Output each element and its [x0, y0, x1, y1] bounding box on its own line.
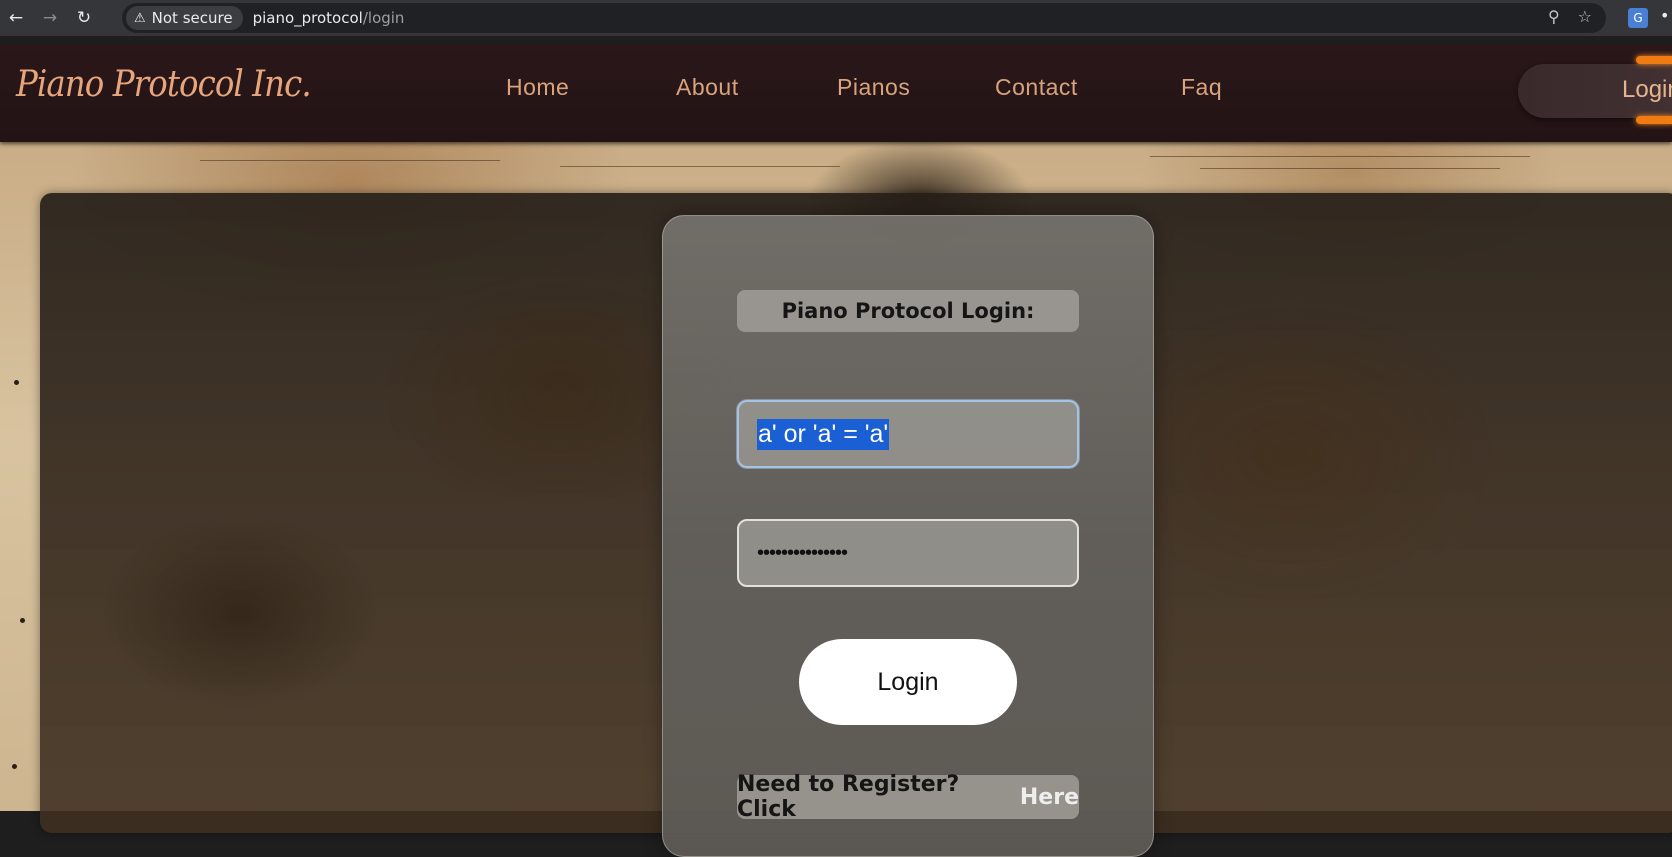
header-login-button[interactable]: Login [1518, 64, 1672, 118]
warning-icon: ⚠ [134, 10, 146, 26]
reload-icon[interactable]: ↻ [68, 2, 100, 34]
nav-about[interactable]: About [676, 74, 739, 101]
address-bar[interactable]: ⚠ Not secure piano_protocol/login ⚲ ☆ [122, 3, 1606, 33]
browser-toolbar: ← → ↻ ⚠ Not secure piano_protocol/login … [0, 0, 1672, 36]
url-path: /login [362, 9, 405, 27]
site-header: Piano Protocol Inc. Home About Pianos Co… [0, 44, 1672, 142]
register-link[interactable]: Here [1020, 785, 1079, 810]
url-host: piano_protocol [252, 9, 363, 27]
password-value: ••••••••••••••• [757, 541, 848, 564]
translate-icon[interactable]: G [1628, 8, 1648, 28]
url-text[interactable]: piano_protocol/login [253, 9, 405, 27]
security-label: Not secure [151, 9, 233, 27]
username-value: a' or 'a' = 'a' [757, 418, 890, 450]
key-icon[interactable]: ⚲ [1548, 7, 1560, 26]
extension-icon[interactable]: • [1660, 6, 1669, 25]
back-icon[interactable]: ← [0, 2, 32, 34]
star-icon[interactable]: ☆ [1578, 7, 1592, 26]
nav-contact[interactable]: Contact [995, 74, 1078, 101]
nav-faq[interactable]: Faq [1181, 74, 1222, 101]
login-card: Piano Protocol Login: a' or 'a' = 'a' ••… [662, 215, 1154, 857]
username-field[interactable]: a' or 'a' = 'a' [737, 400, 1079, 468]
glow-accent [1636, 56, 1672, 64]
login-title: Piano Protocol Login: [737, 290, 1079, 332]
glow-accent [1636, 116, 1672, 124]
nav-pianos[interactable]: Pianos [837, 74, 910, 101]
register-prompt: Need to Register? Click Here [737, 772, 1079, 822]
security-chip[interactable]: ⚠ Not secure [126, 6, 243, 30]
nav-home[interactable]: Home [506, 74, 569, 101]
login-button[interactable]: Login [799, 639, 1017, 725]
password-field[interactable]: ••••••••••••••• [737, 519, 1079, 587]
site-logo[interactable]: Piano Protocol Inc. [16, 64, 312, 105]
header-login-label: Login [1622, 76, 1672, 103]
forward-icon[interactable]: → [34, 2, 66, 34]
register-text: Need to Register? Click [737, 772, 960, 822]
